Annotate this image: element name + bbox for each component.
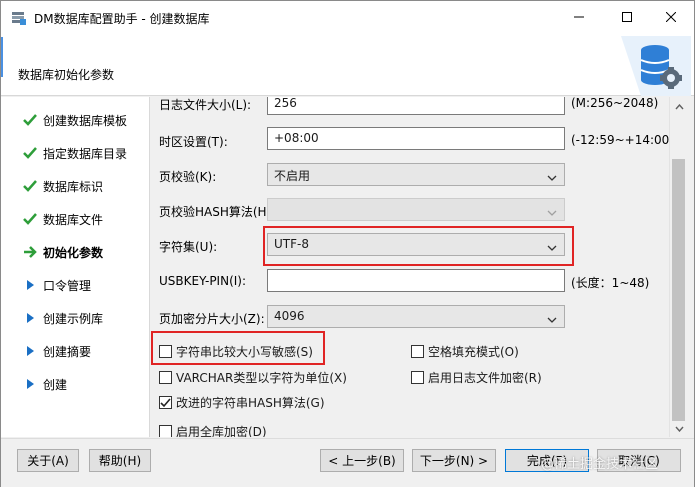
case-sensitive-highlight xyxy=(151,331,325,365)
checkbox-box xyxy=(411,371,424,384)
step-label: 创建示例库 xyxy=(43,311,104,326)
check-icon xyxy=(23,113,37,127)
init-params-form: 日志文件大小(L): 256 (M:256~2048) 时区设置(T): +08… xyxy=(151,97,669,437)
triangle-right-icon xyxy=(23,278,37,292)
step-label: 口令管理 xyxy=(43,278,92,293)
timezone-label: 时区设置(T): xyxy=(159,135,228,149)
step-label: 创建摘要 xyxy=(43,344,92,359)
maximize-button[interactable] xyxy=(604,1,650,34)
checkbox-label: VARCHAR类型以字符为单位(X) xyxy=(176,371,347,385)
minimize-button[interactable] xyxy=(556,1,602,34)
app-icon xyxy=(11,10,27,26)
scroll-down-button[interactable] xyxy=(670,419,688,436)
step-label: 数据库标识 xyxy=(43,179,104,194)
title-bar: DM数据库配置助手 - 创建数据库 xyxy=(1,1,694,34)
check-icon xyxy=(23,179,37,193)
wizard-footer: 关于(A) 帮助(H) < 上一步(B) 下一步(N) > 完成(F) 取消(C… xyxy=(1,438,694,487)
chevron-down-icon xyxy=(547,171,557,181)
step-db-directory: 指定数据库目录 xyxy=(23,143,127,163)
content-scrollbar[interactable] xyxy=(669,97,687,437)
step-label: 指定数据库目录 xyxy=(43,146,128,161)
close-button[interactable] xyxy=(648,1,694,34)
step-init-params: 初始化参数 xyxy=(23,242,103,262)
step-sample-db: 创建示例库 xyxy=(23,308,103,328)
varchar-char-checkbox[interactable]: VARCHAR类型以字符为单位(X) xyxy=(159,369,347,386)
usbkey-pin-label: USBKEY-PIN(I): xyxy=(159,274,247,288)
step-password: 口令管理 xyxy=(23,275,91,295)
checkbox-label: 空格填充模式(O) xyxy=(428,345,519,359)
step-summary: 创建摘要 xyxy=(23,341,91,361)
log-size-input[interactable]: 256 xyxy=(267,97,565,115)
database-gear-icon xyxy=(621,36,691,96)
minimize-icon xyxy=(574,11,584,25)
wizard-header: 数据库初始化参数 xyxy=(1,34,694,96)
page-check-select[interactable]: 不启用 xyxy=(267,163,565,186)
step-create-template: 创建数据库模板 xyxy=(23,110,127,130)
check-icon xyxy=(23,212,37,226)
watermark: @稀土掘金技术社区 xyxy=(541,457,659,472)
usbkey-pin-input[interactable] xyxy=(267,269,565,292)
step-db-files: 数据库文件 xyxy=(23,209,103,229)
blank-pad-checkbox[interactable]: 空格填充模式(O) xyxy=(411,343,519,360)
log-size-hint: (M:256~2048) xyxy=(571,97,659,110)
step-create: 创建 xyxy=(23,374,67,394)
checkbox-box xyxy=(411,345,424,358)
checkbox-box xyxy=(159,396,172,409)
scroll-up-button[interactable] xyxy=(670,97,688,114)
step-label: 数据库文件 xyxy=(43,212,104,227)
triangle-right-icon xyxy=(23,377,37,391)
maximize-icon xyxy=(622,11,632,25)
usbkey-pin-hint: (长度：1~48) xyxy=(571,276,650,290)
improved-hash-checkbox[interactable]: 改进的字符串HASH算法(G) xyxy=(159,394,325,411)
check-icon xyxy=(160,397,171,407)
page-encrypt-value: 4096 xyxy=(274,309,305,323)
timezone-input[interactable]: +08:00 xyxy=(267,127,565,150)
chevron-down-icon xyxy=(547,206,557,216)
check-icon xyxy=(23,146,37,160)
checkbox-label: 改进的字符串HASH算法(G) xyxy=(176,396,325,410)
page-title: 数据库初始化参数 xyxy=(18,68,115,82)
prev-button[interactable]: < 上一步(B) xyxy=(320,449,404,472)
checkbox-box xyxy=(159,371,172,384)
dm-config-window: DM数据库配置助手 - 创建数据库 数据库初始化参数 创建数据库模板 指定数据库… xyxy=(0,0,695,487)
about-button[interactable]: 关于(A) xyxy=(17,449,79,472)
chevron-down-icon xyxy=(547,313,557,323)
help-button[interactable]: 帮助(H) xyxy=(89,449,151,472)
checkbox-box xyxy=(159,425,172,437)
timezone-hint: (-12:59~+14:00) xyxy=(571,133,669,147)
page-check-hash-label: 页校验HASH算法(H): xyxy=(159,205,276,219)
window-title: DM数据库配置助手 - 创建数据库 xyxy=(34,12,210,26)
charset-label: 字符集(U): xyxy=(159,240,218,254)
page-check-label: 页校验(K): xyxy=(159,170,217,184)
triangle-right-icon xyxy=(23,344,37,358)
page-check-hash-select[interactable] xyxy=(267,198,565,221)
step-label: 创建数据库模板 xyxy=(43,113,128,128)
wizard-steps: 创建数据库模板 指定数据库目录 数据库标识 数据库文件 初始化参数 口令管理 创… xyxy=(1,97,150,437)
step-db-identity: 数据库标识 xyxy=(23,176,103,196)
charset-highlight xyxy=(263,226,574,266)
chevron-up-icon xyxy=(674,99,684,113)
scroll-thumb[interactable] xyxy=(672,159,685,421)
full-db-encrypt-checkbox[interactable]: 启用全库加密(D) xyxy=(159,423,267,437)
header-edge xyxy=(1,37,5,77)
step-label: 初始化参数 xyxy=(43,245,104,260)
arrow-right-icon xyxy=(23,245,37,259)
checkbox-label: 启用全库加密(D) xyxy=(176,425,267,437)
page-check-value: 不启用 xyxy=(274,169,311,183)
log-size-label: 日志文件大小(L): xyxy=(159,98,252,112)
page-encrypt-label: 页加密分片大小(Z): xyxy=(159,312,265,326)
chevron-down-icon xyxy=(674,421,684,435)
close-icon xyxy=(665,11,677,25)
step-label: 创建 xyxy=(43,377,68,392)
log-encrypt-checkbox[interactable]: 启用日志文件加密(R) xyxy=(411,369,542,386)
page-encrypt-select[interactable]: 4096 xyxy=(267,305,565,328)
checkbox-label: 启用日志文件加密(R) xyxy=(428,371,542,385)
next-button[interactable]: 下一步(N) > xyxy=(412,449,496,472)
triangle-right-icon xyxy=(23,311,37,325)
